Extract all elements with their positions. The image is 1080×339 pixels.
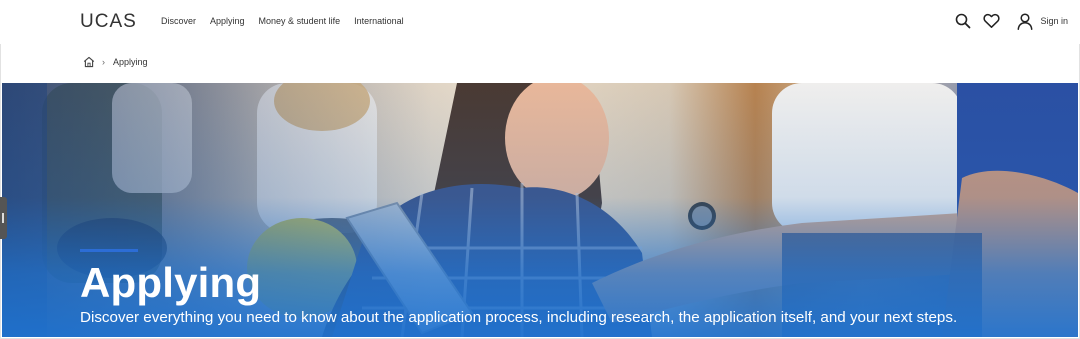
breadcrumb-current: Applying xyxy=(113,57,148,67)
breadcrumb: › Applying xyxy=(83,55,148,69)
side-scroll-handle[interactable] xyxy=(0,197,7,239)
home-icon[interactable] xyxy=(83,56,95,68)
search-icon[interactable] xyxy=(953,11,973,31)
header-actions: Sign in xyxy=(945,11,1068,31)
hero-subtitle: Discover everything you need to know abo… xyxy=(80,309,958,326)
signin-link[interactable]: Sign in xyxy=(1040,16,1068,26)
hero-banner: Applying Discover everything you need to… xyxy=(2,83,1078,337)
hero-accent-line xyxy=(80,249,138,252)
nav-item-applying[interactable]: Applying xyxy=(210,16,245,26)
breadcrumb-separator: › xyxy=(102,57,105,67)
user-icon[interactable] xyxy=(1015,11,1035,31)
nav-item-money-student-life[interactable]: Money & student life xyxy=(259,16,341,26)
main-nav: Discover Applying Money & student life I… xyxy=(161,16,418,26)
heart-icon[interactable] xyxy=(981,11,1001,31)
nav-item-international[interactable]: International xyxy=(354,16,404,26)
site-header: UCAS Discover Applying Money & student l… xyxy=(0,0,1080,44)
ucas-logo[interactable]: UCAS xyxy=(80,11,137,33)
hero-title: Applying xyxy=(80,259,262,306)
nav-item-discover[interactable]: Discover xyxy=(161,16,196,26)
